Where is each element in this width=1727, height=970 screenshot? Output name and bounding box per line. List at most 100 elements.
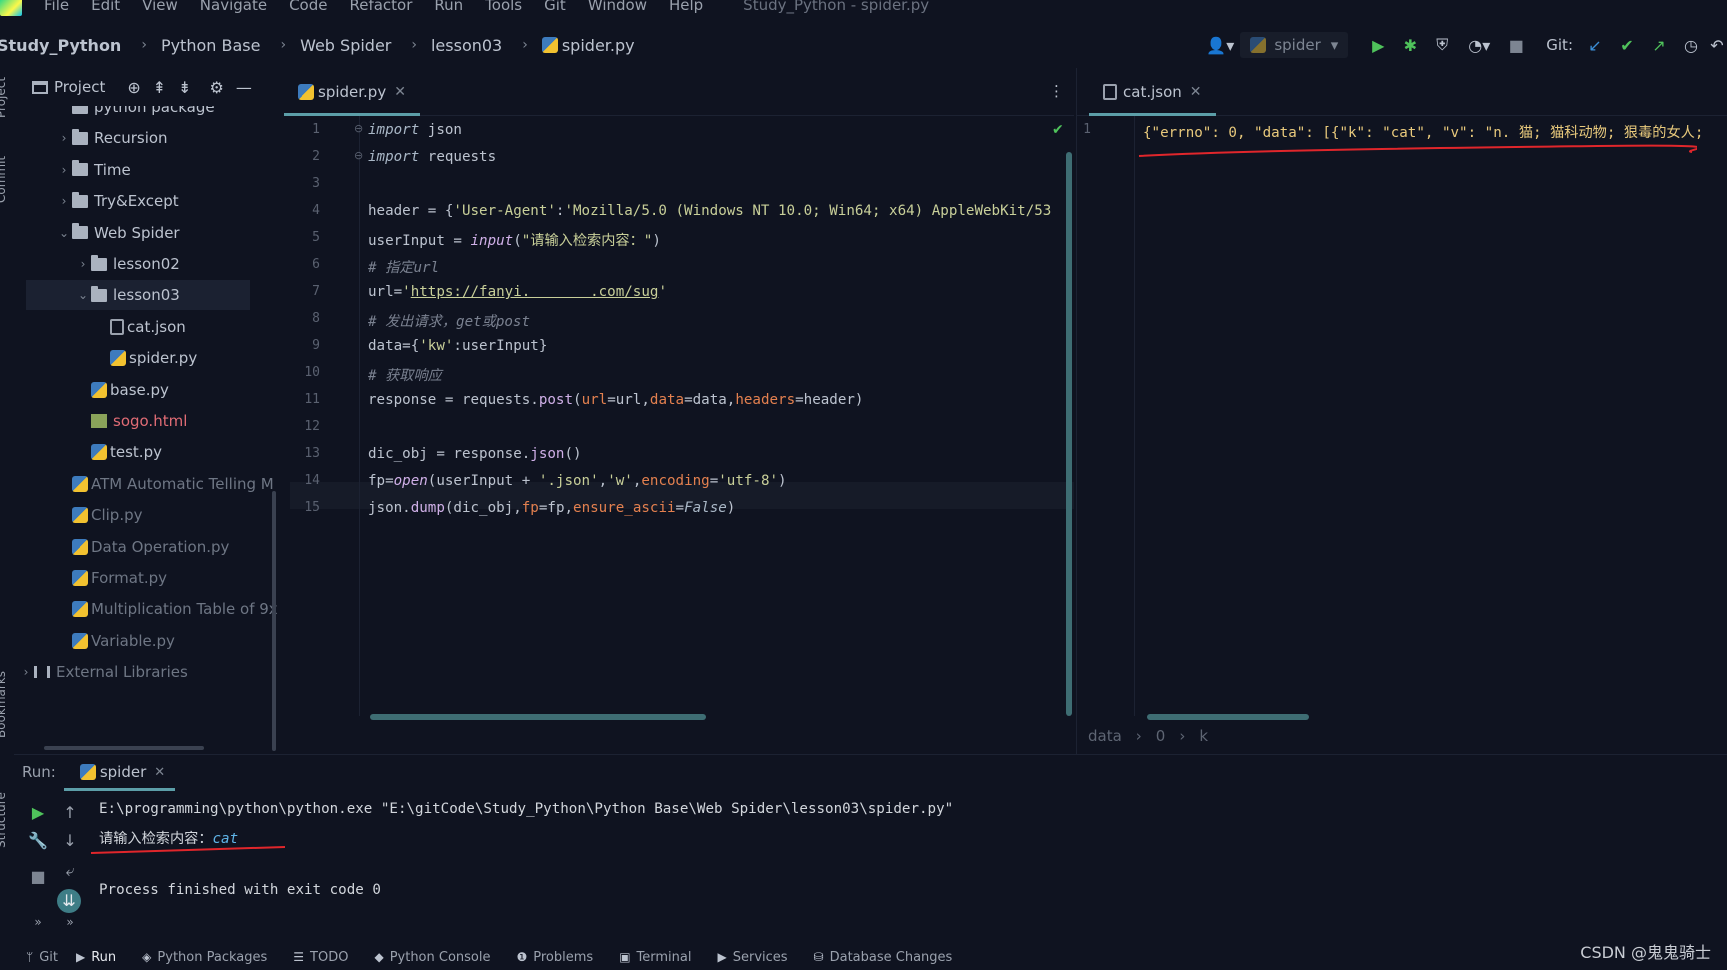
fold-icon[interactable]: ⊖ [354, 122, 363, 135]
menu-refactor[interactable]: Refactor [349, 0, 412, 14]
tree-vertical-scrollbar[interactable] [272, 491, 276, 751]
json-horizontal-scrollbar[interactable] [1147, 714, 1309, 720]
run-configuration-select[interactable]: spider ▾ [1240, 32, 1349, 58]
tab-spider-py[interactable]: spider.py ✕ [284, 68, 420, 116]
scroll-to-end-icon[interactable]: ⇊ [57, 889, 81, 913]
tree-item[interactable]: › Time [56, 155, 131, 185]
json-content[interactable]: {"errno": 0, "data": [{"k": "cat", "v": … [1143, 116, 1727, 716]
tree-item[interactable]: Data Operation.py [56, 532, 229, 562]
tree-item[interactable]: Format.py [56, 563, 167, 593]
tree-item[interactable]: sogo.html [75, 406, 187, 436]
tree-item[interactable]: ⌄ lesson03 [26, 280, 250, 311]
tool-python-packages[interactable]: ◈ Python Packages [142, 950, 267, 965]
tree-item[interactable]: Clip.py [56, 500, 143, 530]
breadcrumb-python-base[interactable]: › Python Base [121, 36, 260, 55]
more-options-icon[interactable]: ⋮ [1049, 82, 1064, 100]
tool-services[interactable]: ▶ Services [717, 950, 787, 965]
revert-icon[interactable]: ↶ [1710, 32, 1724, 58]
breadcrumb-index[interactable]: 0 [1156, 727, 1166, 745]
menu-tools[interactable]: Tools [485, 0, 522, 14]
menu-help[interactable]: Help [669, 0, 703, 14]
structure-tool-tab[interactable]: Structure [0, 792, 8, 848]
tool-todo[interactable]: ☰ TODO [293, 950, 348, 965]
menu-navigate[interactable]: Navigate [200, 0, 267, 14]
expand-all-icon[interactable]: ⇞ [153, 78, 166, 97]
menu-run[interactable]: Run [434, 0, 463, 14]
menu-view[interactable]: View [142, 0, 178, 14]
git-update-icon[interactable]: ↙ [1582, 32, 1608, 58]
chevron-right-icon[interactable]: › [56, 194, 72, 208]
chevron-right-icon[interactable]: › [18, 665, 34, 679]
minimize-icon[interactable]: — [236, 78, 252, 97]
chevron-down-icon[interactable]: ⌄ [56, 226, 72, 240]
breadcrumb-spider-py[interactable]: › spider.py [502, 36, 634, 55]
tool-python-console[interactable]: ◆ Python Console [374, 950, 490, 965]
tree-item[interactable]: test.py [75, 437, 162, 467]
url-link[interactable]: https://fanyi. .com/sug [411, 284, 659, 300]
tree-item[interactable]: base.py [75, 375, 169, 405]
breadcrumb-lesson03[interactable]: › lesson03 [391, 36, 502, 55]
tree-item[interactable]: ⌄ Web Spider [56, 218, 180, 248]
tree-item[interactable]: › lesson02 [75, 249, 180, 279]
close-icon[interactable]: ✕ [154, 765, 165, 780]
user-icon[interactable]: 👤▾ [1203, 32, 1237, 58]
soft-wrap-icon[interactable]: ⤶ [60, 861, 80, 881]
tree-horizontal-scrollbar[interactable] [44, 746, 204, 750]
scroll-up-icon[interactable]: ↑ [60, 803, 80, 822]
chevron-right-icon[interactable]: › [56, 131, 72, 145]
debug-button[interactable]: ✱ [1397, 32, 1423, 58]
tree-item[interactable]: Multiplication Table of 9x [56, 594, 278, 624]
git-push-icon[interactable]: ↗ [1646, 32, 1672, 58]
menu-code[interactable]: Code [289, 0, 327, 14]
scroll-down-icon[interactable]: ↓ [60, 831, 80, 850]
fold-icon[interactable]: ⊖ [354, 149, 363, 162]
tool-database-changes[interactable]: ⛁ Database Changes [814, 950, 953, 965]
tree-item[interactable]: ATM Automatic Telling M [56, 469, 274, 499]
run-tab-spider[interactable]: spider ✕ [63, 755, 176, 791]
tool-run[interactable]: ▶ Run [76, 950, 116, 965]
breadcrumb-project[interactable]: Study_Python [0, 36, 121, 55]
rerun-icon[interactable]: ▶ [28, 803, 48, 822]
breadcrumb-data[interactable]: data [1088, 727, 1122, 745]
history-icon[interactable]: ◷ [1678, 32, 1704, 58]
tree-item[interactable]: cat.json [94, 312, 186, 342]
code-area[interactable]: import json import requests header = {'U… [368, 116, 1068, 716]
editor-vertical-scrollbar[interactable] [1066, 152, 1072, 716]
editor-horizontal-scrollbar[interactable] [370, 714, 706, 720]
run-button[interactable]: ▶ [1365, 32, 1391, 58]
close-icon[interactable]: ✕ [394, 84, 406, 100]
commit-tool-tab[interactable]: Commit [0, 156, 8, 203]
tool-terminal[interactable]: ▣ Terminal [619, 950, 691, 965]
tree-item[interactable]: python package [56, 106, 215, 122]
tree-item[interactable]: › External Libraries [18, 657, 188, 687]
stop-icon[interactable]: ■ [28, 867, 48, 886]
menu-file[interactable]: File [44, 0, 69, 14]
chevron-right-icon[interactable]: › [75, 257, 91, 271]
profile-button[interactable]: ◔▾ [1461, 32, 1497, 58]
locate-icon[interactable]: ⊕ [127, 78, 140, 97]
project-tool-tab[interactable]: Project [0, 77, 8, 118]
tree-item[interactable]: › Recursion [56, 123, 168, 153]
git-commit-icon[interactable]: ✔ [1614, 32, 1640, 58]
stop-button[interactable]: ■ [1503, 32, 1529, 58]
bookmarks-tool-tab[interactable]: Bookmarks [0, 671, 8, 738]
more-icon[interactable]: » [28, 915, 48, 929]
gear-icon[interactable]: ⚙ [210, 78, 224, 97]
breadcrumb-web-spider[interactable]: › Web Spider [260, 36, 391, 55]
inspection-ok-icon[interactable]: ✔ [1052, 122, 1064, 138]
menu-edit[interactable]: Edit [91, 0, 120, 14]
tool-problems[interactable]: ❶ Problems [517, 950, 594, 965]
chevron-right-icon[interactable]: › [56, 163, 72, 177]
tree-item[interactable]: Variable.py [56, 626, 175, 656]
tree-item[interactable]: spider.py [94, 343, 197, 373]
menu-window[interactable]: Window [588, 0, 647, 14]
tool-git[interactable]: ᛘ Git [26, 950, 58, 965]
collapse-all-icon[interactable]: ⇟ [178, 78, 191, 97]
menu-git[interactable]: Git [544, 0, 566, 14]
coverage-button[interactable]: ⛨ [1429, 32, 1455, 58]
more-icon[interactable]: » [60, 915, 80, 929]
project-panel-title[interactable]: Project [54, 78, 105, 96]
wrench-icon[interactable]: 🔧 [28, 831, 48, 850]
tree-item[interactable]: › Try&Except [56, 186, 179, 216]
chevron-down-icon[interactable]: ⌄ [75, 288, 91, 302]
